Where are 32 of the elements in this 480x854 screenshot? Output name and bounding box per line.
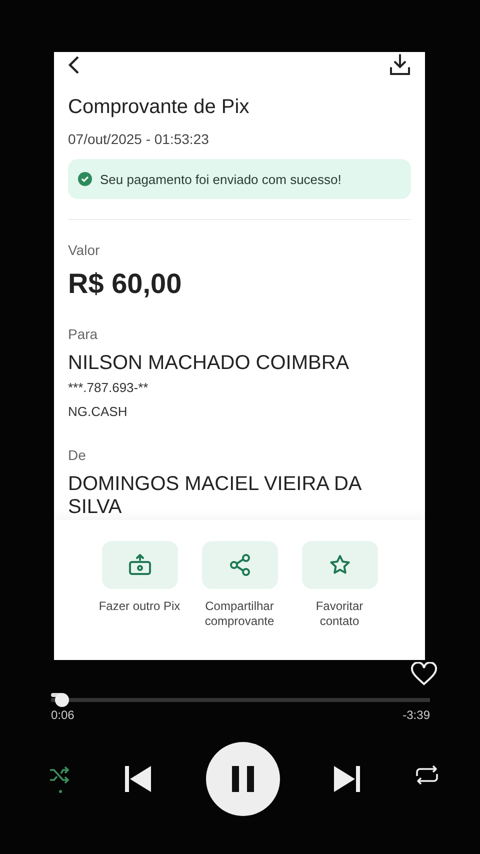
previous-button[interactable] [124, 765, 152, 793]
elapsed-time: 0:06 [51, 708, 74, 722]
amount: R$ 60,00 [68, 268, 182, 300]
date-time: 07/out/2025 - 01:53:23 [68, 131, 209, 147]
slider-thumb[interactable] [55, 693, 70, 707]
field-label: Para [68, 326, 98, 342]
success-message: Seu pagamento foi enviado com sucesso! [100, 172, 342, 186]
previous-icon [124, 765, 152, 793]
money-upload-icon [128, 554, 152, 576]
remaining-time: -3:39 [402, 708, 430, 722]
recipient-document: ***.787.693-** [68, 380, 148, 395]
field-label: De [68, 447, 86, 463]
page-title: Comprovante de Pix [68, 96, 250, 119]
repeat-icon [414, 764, 440, 786]
download-icon[interactable] [389, 54, 411, 76]
shuffle-icon [49, 766, 71, 784]
check-icon [78, 172, 92, 186]
heart-icon[interactable] [410, 662, 438, 686]
action-button[interactable]: Favoritar contato [302, 541, 378, 660]
shuffle-button[interactable] [49, 766, 71, 792]
action-button[interactable]: Compartilhar comprovante [202, 541, 278, 660]
star-icon [328, 554, 350, 576]
recipient-name: NILSON MACHADO COIMBRA [68, 352, 350, 375]
share-icon [228, 554, 250, 576]
action-button[interactable]: Fazer outro Pix [102, 541, 178, 660]
pause-icon [230, 766, 254, 792]
field-label: Valor [68, 242, 100, 258]
next-icon [332, 765, 361, 793]
back-icon[interactable] [68, 55, 80, 75]
sender-name: DOMINGOS MACIEL VIEIRA DA SILVA [68, 473, 362, 519]
next-button[interactable] [332, 765, 361, 793]
recipient-institution: NG.CASH [68, 404, 128, 419]
